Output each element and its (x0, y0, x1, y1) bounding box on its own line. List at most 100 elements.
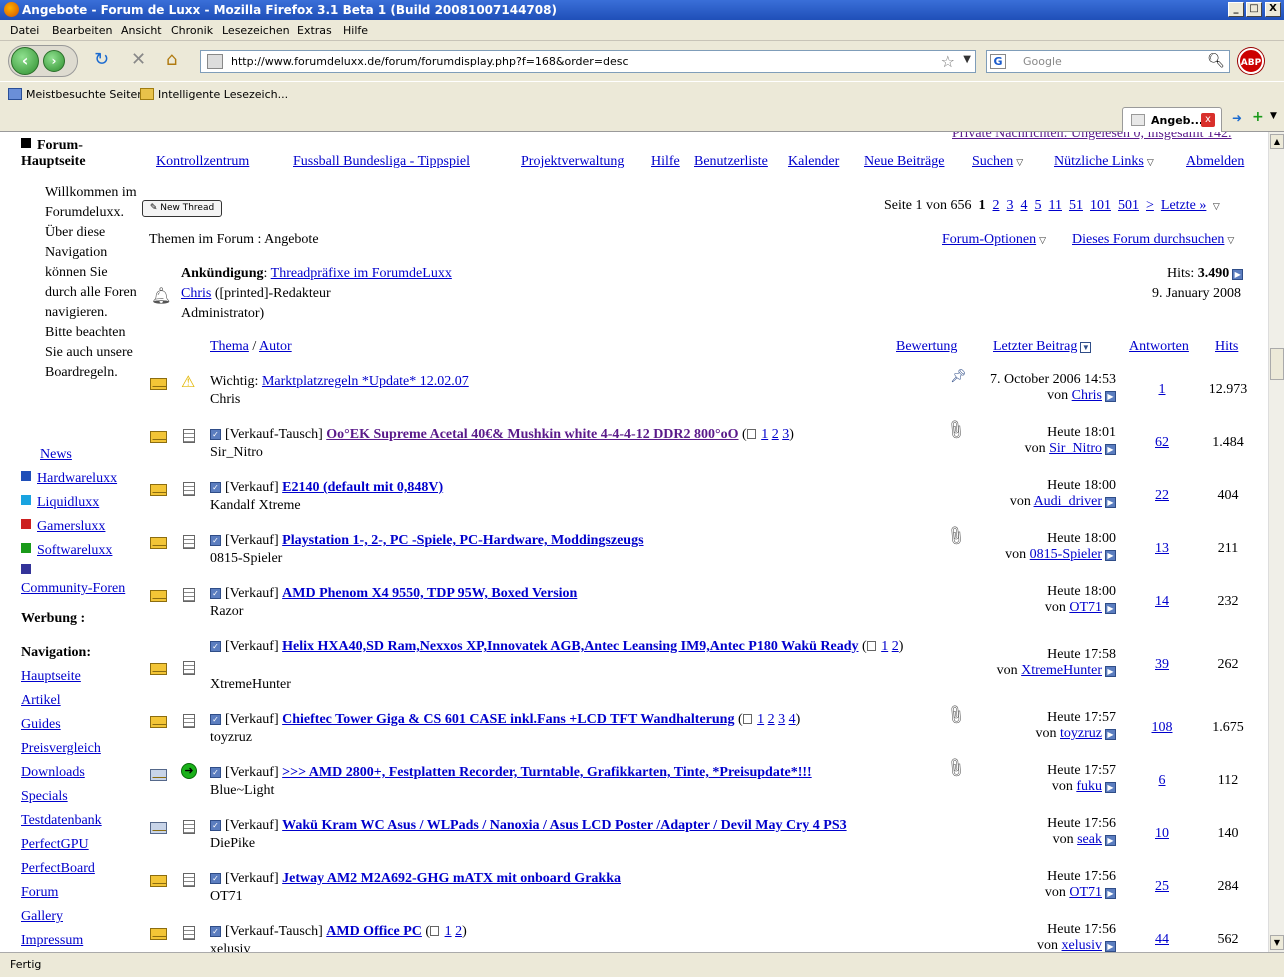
page-link[interactable]: 51 (1069, 198, 1083, 213)
thread-answers-link[interactable]: 6 (1140, 773, 1184, 789)
go-to-last-post-icon[interactable]: ▶ (1105, 782, 1116, 793)
search-bar[interactable]: G Google 🔍︎ (986, 50, 1230, 73)
adblock-icon[interactable]: ABP (1238, 48, 1264, 74)
thread-page-link[interactable]: 2 (772, 427, 779, 442)
page-link[interactable]: 11 (1049, 198, 1062, 213)
tab-list-icon[interactable]: ▼ (1270, 111, 1277, 121)
bookmark-most-visited[interactable]: Meistbesuchte Seiten (8, 88, 144, 101)
sidebar-nav-artikel[interactable]: Artikel (21, 693, 61, 709)
private-messages-info[interactable]: Private Nachrichten: Ungelesen 0, insges… (952, 132, 1232, 142)
go-to-last-post-icon[interactable]: ▶ (1105, 888, 1116, 899)
site-identity-icon[interactable] (207, 54, 223, 69)
bookmark-smart[interactable]: Intelligente Lesezeich... (140, 88, 288, 101)
sort-autor-link[interactable]: Autor (259, 339, 292, 354)
nav-benutzerliste[interactable]: Benutzerliste (694, 154, 768, 170)
go-to-last-post-icon[interactable]: ▶ (1105, 835, 1116, 846)
thread-page-link[interactable]: 2 (892, 639, 899, 654)
thread-title-link[interactable]: >>> AMD 2800+, Festplatten Recorder, Tur… (282, 765, 812, 780)
thread-page-link[interactable]: 4 (789, 712, 796, 727)
reload-icon[interactable]: ↻ (94, 51, 109, 69)
thread-answers-link[interactable]: 10 (1140, 826, 1184, 842)
sort-thema-link[interactable]: Thema (210, 339, 249, 354)
scroll-down-icon[interactable]: ▼ (1270, 935, 1284, 950)
thread-answers-link[interactable]: 22 (1140, 488, 1184, 504)
thread-page-link[interactable]: 3 (782, 427, 789, 442)
go-to-last-post-icon[interactable]: ▶ (1105, 941, 1116, 952)
sort-bewertung-link[interactable]: Bewertung (896, 339, 957, 355)
nav-hilfe[interactable]: Hilfe (651, 154, 680, 170)
thread-title-link[interactable]: Playstation 1-, 2-, PC -Spiele, PC-Hardw… (282, 533, 643, 548)
last-post-user-link[interactable]: OT71 (1069, 600, 1102, 615)
new-tab-icon[interactable]: + (1252, 109, 1264, 125)
thread-answers-link[interactable]: 1 (1140, 382, 1184, 398)
go-to-last-post-icon[interactable]: ▶ (1105, 391, 1116, 402)
nav-kalender[interactable]: Kalender (788, 154, 839, 170)
last-post-user-link[interactable]: xelusiv (1062, 938, 1102, 952)
menu-chronik[interactable]: Chronik (171, 24, 213, 37)
menu-hilfe[interactable]: Hilfe (343, 24, 368, 37)
thread-answers-link[interactable]: 44 (1140, 932, 1184, 948)
search-engine-icon[interactable]: G (990, 54, 1006, 69)
thread-page-link[interactable]: 2 (455, 924, 462, 939)
go-to-last-post-icon[interactable]: ▶ (1105, 603, 1116, 614)
last-post-user-link[interactable]: seak (1077, 832, 1102, 847)
nav-nuetzliche-links[interactable]: Nützliche Links ▽ (1054, 154, 1154, 170)
thread-answers-link[interactable]: 14 (1140, 594, 1184, 610)
page-last-link[interactable]: Letzte » (1161, 198, 1206, 213)
page-link[interactable]: 5 (1035, 198, 1042, 213)
stop-icon[interactable]: ✕ (131, 51, 146, 69)
nav-projektverwaltung[interactable]: Projektverwaltung (521, 154, 624, 170)
thread-title-link[interactable]: Marktplatzregeln *Update* 12.02.07 (262, 374, 469, 389)
nav-suchen[interactable]: Suchen ▽ (972, 154, 1023, 170)
announcement-title-link[interactable]: Threadpräfixe im ForumdeLuxx (271, 266, 452, 281)
forum-options-menu[interactable]: Forum-Optionen ▽ (942, 232, 1046, 248)
close-window-button[interactable]: X (1265, 2, 1281, 17)
thread-answers-link[interactable]: 39 (1140, 657, 1184, 673)
url-dropdown-icon[interactable]: ▼ (963, 54, 971, 65)
menu-lesezeichen[interactable]: Lesezeichen (222, 24, 290, 37)
thread-title-link[interactable]: Wakü Kram WC Asus / WLPads / Nanoxia / A… (282, 818, 846, 833)
last-post-user-link[interactable]: OT71 (1069, 885, 1102, 900)
thread-page-link[interactable]: 2 (768, 712, 775, 727)
thread-title-link[interactable]: E2140 (default mit 0,848V) (282, 480, 443, 495)
last-post-user-link[interactable]: 0815-Spieler (1030, 547, 1102, 562)
thread-title-link[interactable]: Chieftec Tower Giga & CS 601 CASE inkl.F… (282, 712, 734, 727)
nav-kontrollzentrum[interactable]: Kontrollzentrum (156, 154, 249, 170)
new-thread-button[interactable]: ✎ New Thread (142, 200, 222, 217)
bookmark-star-icon[interactable]: ☆ (941, 52, 955, 71)
back-button[interactable]: ‹ (11, 47, 39, 75)
thread-answers-link[interactable]: 25 (1140, 879, 1184, 895)
close-tab-icon[interactable]: x (1201, 113, 1215, 127)
page-link[interactable]: 101 (1090, 198, 1111, 213)
go-to-last-post-icon[interactable]: ▶ (1105, 666, 1116, 677)
sort-antworten-link[interactable]: Antworten (1129, 339, 1189, 355)
maximize-button[interactable]: □ (1246, 2, 1262, 17)
last-post-user-link[interactable]: Chris (1072, 388, 1102, 403)
sidebar-home[interactable]: Forum-Hauptseite (21, 138, 141, 170)
thread-title-link[interactable]: Oo°EK Supreme Acetal 40€& Mushkin white … (326, 427, 738, 442)
page-link[interactable]: 3 (1007, 198, 1014, 213)
thread-page-link[interactable]: 3 (778, 712, 785, 727)
nav-abmelden[interactable]: Abmelden (1186, 154, 1244, 170)
sort-hits-link[interactable]: Hits (1215, 339, 1238, 355)
sort-last-post[interactable]: Letzter Beitrag ▼ (993, 339, 1092, 355)
last-post-user-link[interactable]: Sir_Nitro (1049, 441, 1102, 456)
tab-scroll-arrow-icon[interactable]: ➜ (1232, 111, 1242, 125)
scroll-thumb[interactable] (1270, 348, 1284, 380)
page-link[interactable]: 4 (1021, 198, 1028, 213)
go-arrow-icon[interactable]: ▶ (1232, 269, 1244, 280)
nav-tippspiel[interactable]: Fussball Bundesliga - Tippspiel (293, 154, 470, 170)
search-icon[interactable]: 🔍︎ (1207, 53, 1225, 69)
page-next-link[interactable]: > (1146, 198, 1154, 213)
url-bar[interactable]: http://www.forumdeluxx.de/forum/forumdis… (200, 50, 976, 73)
thread-title-link[interactable]: AMD Phenom X4 9550, TDP 95W, Boxed Versi… (282, 586, 577, 601)
thread-answers-link[interactable]: 62 (1140, 435, 1184, 451)
vertical-scrollbar[interactable]: ▲ ▼ (1268, 132, 1284, 952)
page-link[interactable]: 501 (1118, 198, 1139, 213)
forward-button[interactable]: › (43, 50, 65, 72)
scroll-up-icon[interactable]: ▲ (1270, 134, 1284, 149)
minimize-button[interactable]: _ (1228, 2, 1244, 17)
thread-title-link[interactable]: Helix HXA40,SD Ram,Nexxos XP,Innovatek A… (282, 639, 858, 654)
page-link[interactable]: 2 (993, 198, 1000, 213)
forum-search-menu[interactable]: Dieses Forum durchsuchen ▽ (1072, 232, 1234, 248)
